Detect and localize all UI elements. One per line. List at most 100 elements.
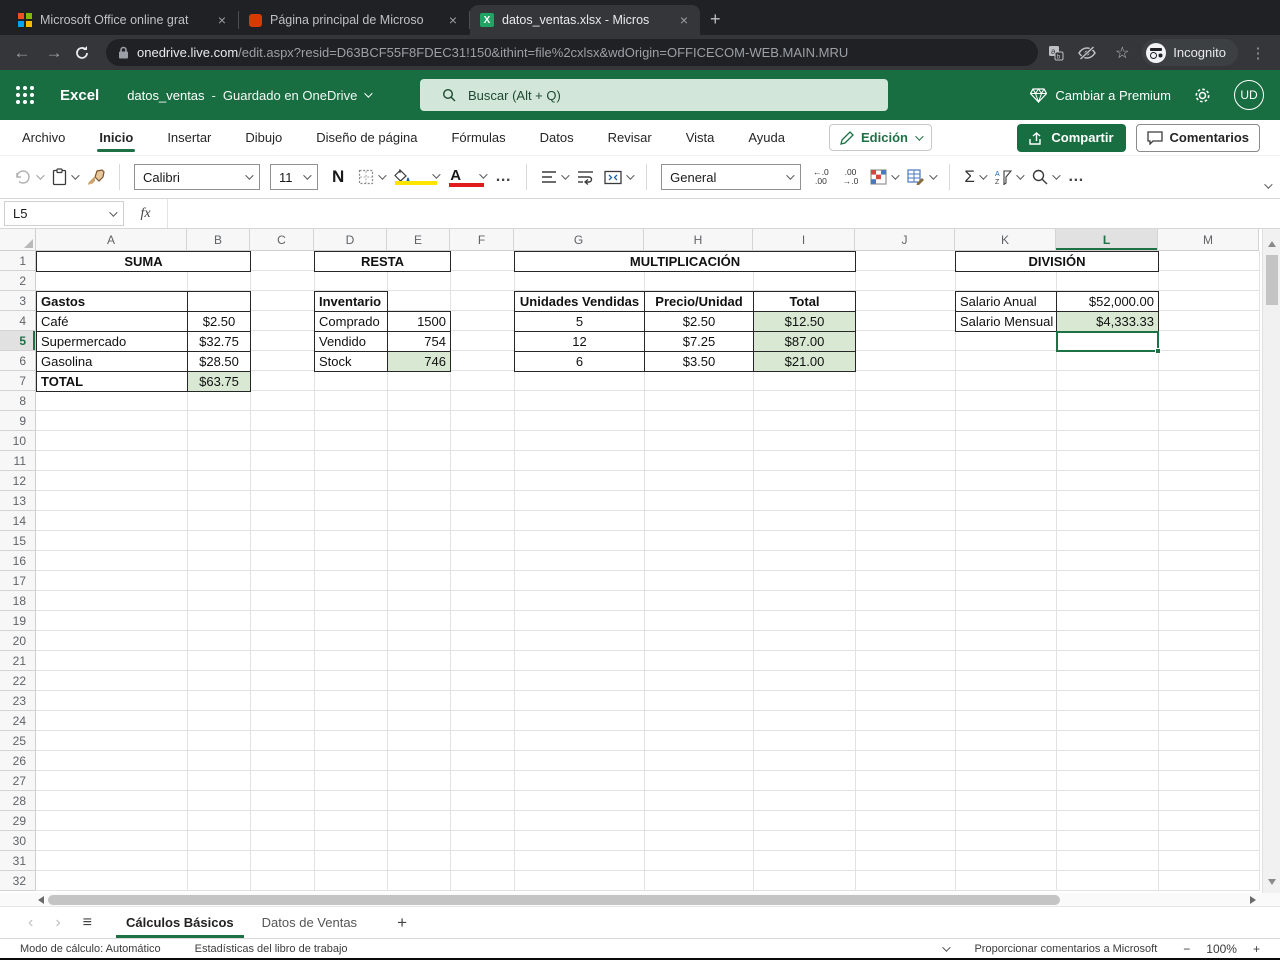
cell-G1[interactable]: MULTIPLICACIÓN (514, 251, 856, 272)
select-all-corner[interactable] (0, 229, 36, 251)
row-header-14[interactable]: 14 (0, 511, 36, 531)
row-header-30[interactable]: 30 (0, 831, 36, 851)
cell-B4[interactable]: $2.50 (187, 311, 251, 332)
row-header-8[interactable]: 8 (0, 391, 36, 411)
scroll-down-icon[interactable] (1268, 879, 1276, 885)
back-icon[interactable]: ← (10, 43, 34, 63)
ribbon-tab-archivo[interactable]: Archivo (20, 122, 67, 153)
ribbon-tab-insertar[interactable]: Insertar (165, 122, 213, 153)
ribbon-tab-inicio[interactable]: Inicio (97, 122, 136, 153)
cell-A4[interactable]: Café (36, 311, 188, 332)
fill-color-button[interactable] (394, 169, 441, 185)
row-header-17[interactable]: 17 (0, 571, 36, 591)
cell-H3[interactable]: Precio/Unidad (644, 291, 754, 312)
calc-mode-label[interactable]: Modo de cálculo: Automático (20, 943, 161, 955)
cell-I4[interactable]: $12.50 (753, 311, 856, 332)
cell-I6[interactable]: $21.00 (753, 351, 856, 372)
increase-decimal-button[interactable]: .00 →.0 (841, 168, 861, 186)
browser-tab[interactable]: Página principal de Microso × (239, 5, 469, 35)
row-header-10[interactable]: 10 (0, 431, 36, 451)
document-title[interactable]: datos_ventas - Guardado en OneDrive (127, 88, 373, 103)
scroll-left-icon[interactable] (38, 896, 44, 904)
row-header-6[interactable]: 6 (0, 351, 36, 371)
app-launcher-icon[interactable] (16, 86, 34, 104)
row-header-7[interactable]: 7 (0, 371, 36, 391)
comments-button[interactable]: Comentarios (1135, 123, 1260, 152)
row-header-9[interactable]: 9 (0, 411, 36, 431)
zoom-level[interactable]: 100% (1206, 942, 1237, 956)
cell-D4[interactable]: Comprado (314, 311, 388, 332)
undo-button[interactable] (14, 169, 45, 185)
column-header-C[interactable]: C (250, 229, 314, 251)
align-button[interactable] (541, 170, 570, 184)
cell-B6[interactable]: $28.50 (187, 351, 251, 372)
format-as-table-button[interactable] (907, 169, 938, 185)
font-size-select[interactable]: 11 (270, 164, 318, 190)
wrap-text-button[interactable] (577, 170, 594, 185)
column-header-M[interactable]: M (1158, 229, 1259, 251)
translate-icon[interactable]: ab (1048, 45, 1064, 61)
workbook-stats-label[interactable]: Estadísticas del libro de trabajo (195, 943, 348, 955)
ribbon-tab-fórmulas[interactable]: Fórmulas (449, 122, 507, 153)
cell-B3[interactable] (187, 291, 251, 312)
column-header-G[interactable]: G (514, 229, 644, 251)
cell-H6[interactable]: $3.50 (644, 351, 754, 372)
all-sheets-icon[interactable]: ≡ (83, 914, 92, 932)
ribbon-tab-vista[interactable]: Vista (684, 122, 717, 153)
row-header-4[interactable]: 4 (0, 311, 36, 331)
close-icon[interactable]: × (214, 12, 230, 28)
eye-off-icon[interactable] (1078, 45, 1097, 60)
row-header-28[interactable]: 28 (0, 791, 36, 811)
toolbar-overflow-button[interactable]: … (1068, 169, 1085, 185)
feedback-link[interactable]: Proporcionar comentarios a Microsoft (974, 943, 1157, 955)
cell-G5[interactable]: 12 (514, 331, 645, 352)
zoom-out-button[interactable]: − (1183, 942, 1190, 956)
column-header-D[interactable]: D (314, 229, 387, 251)
active-cell[interactable] (1056, 331, 1161, 354)
paste-button[interactable] (52, 168, 80, 186)
column-header-F[interactable]: F (450, 229, 514, 251)
row-header-20[interactable]: 20 (0, 631, 36, 651)
column-header-E[interactable]: E (387, 229, 450, 251)
settings-gear-icon[interactable] (1193, 86, 1212, 105)
cell-G6[interactable]: 6 (514, 351, 645, 372)
vertical-scroll-thumb[interactable] (1266, 255, 1278, 305)
ribbon-tab-revisar[interactable]: Revisar (606, 122, 654, 153)
bookmark-star-icon[interactable]: ☆ (1110, 43, 1134, 63)
borders-button[interactable] (358, 169, 387, 185)
row-header-23[interactable]: 23 (0, 691, 36, 711)
row-header-25[interactable]: 25 (0, 731, 36, 751)
cell-E6[interactable]: 746 (387, 351, 451, 372)
number-format-select[interactable]: General (661, 164, 802, 190)
fx-icon[interactable]: fx (124, 199, 168, 228)
url-bar[interactable]: onedrive.live.com/edit.aspx?resid=D63BCF… (106, 39, 1039, 66)
row-header-29[interactable]: 29 (0, 811, 36, 831)
column-header-L[interactable]: L (1056, 229, 1158, 251)
row-header-22[interactable]: 22 (0, 671, 36, 691)
cell-G3[interactable]: Unidades Vendidas (514, 291, 645, 312)
row-header-27[interactable]: 27 (0, 771, 36, 791)
row-header-31[interactable]: 31 (0, 851, 36, 871)
row-header-26[interactable]: 26 (0, 751, 36, 771)
chevron-down-icon[interactable] (364, 89, 373, 98)
row-header-11[interactable]: 11 (0, 451, 36, 471)
row-header-32[interactable]: 32 (0, 871, 36, 891)
statusbar-chevron-icon[interactable] (942, 942, 952, 952)
cell-D3[interactable]: Inventario (314, 291, 388, 312)
share-button[interactable]: Compartir (1017, 123, 1126, 152)
cell-B7[interactable]: $63.75 (187, 371, 251, 392)
autosum-button[interactable]: Σ (964, 167, 988, 187)
name-box[interactable]: L5 (4, 201, 124, 226)
cell-I5[interactable]: $87.00 (753, 331, 856, 352)
font-color-button[interactable]: A (448, 167, 488, 187)
font-name-select[interactable]: Calibri (134, 164, 260, 190)
ribbon-tab-dibujo[interactable]: Dibujo (243, 122, 284, 153)
forward-icon[interactable]: → (42, 43, 66, 63)
cell-D5[interactable]: Vendido (314, 331, 388, 352)
sheet-tab-cálculos-básicos[interactable]: Cálculos Básicos (114, 907, 246, 938)
premium-button[interactable]: Cambiar a Premium (1030, 88, 1171, 103)
cell-H5[interactable]: $7.25 (644, 331, 754, 352)
sort-filter-button[interactable]: AZ (995, 169, 1025, 185)
format-painter-button[interactable] (87, 168, 105, 186)
row-header-24[interactable]: 24 (0, 711, 36, 731)
